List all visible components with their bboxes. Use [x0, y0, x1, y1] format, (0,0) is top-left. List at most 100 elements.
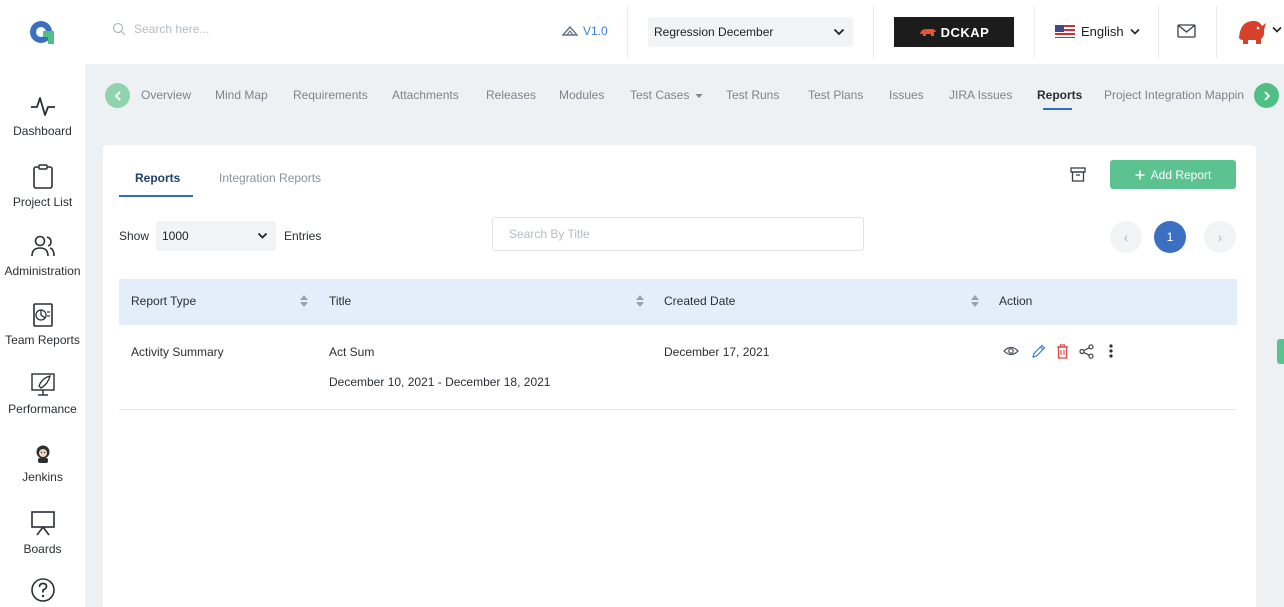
sidebar-item-performance[interactable]: Performance — [0, 372, 85, 416]
project-select[interactable]: Regression December — [648, 17, 853, 47]
tab-mind-map[interactable]: Mind Map — [215, 88, 268, 102]
scroll-tabs-right-button[interactable] — [1254, 83, 1279, 108]
sort-icon[interactable] — [970, 294, 980, 308]
tab-integration-reports[interactable]: Integration Reports — [219, 171, 321, 185]
column-header-action: Action — [999, 294, 1033, 308]
tab-reports-list[interactable]: Reports — [135, 171, 180, 185]
add-report-button[interactable]: Add Report — [1110, 160, 1236, 189]
tab-issues[interactable]: Issues — [889, 88, 924, 102]
show-label: Show — [119, 229, 150, 243]
global-search[interactable]: Search here... — [112, 22, 209, 36]
jenkins-icon — [36, 445, 49, 463]
project-select-value: Regression December — [654, 25, 774, 39]
delete-icon[interactable] — [1056, 344, 1069, 359]
table-header: Report Type Title Created Date Action — [119, 279, 1237, 325]
search-placeholder[interactable]: Search here... — [134, 22, 209, 36]
sort-icon[interactable] — [635, 294, 645, 308]
users-icon — [30, 235, 55, 257]
sidebar-item-jenkins[interactable]: Jenkins — [0, 444, 85, 484]
language-select[interactable]: English — [1055, 24, 1140, 39]
tab-test-plans[interactable]: Test Plans — [808, 88, 863, 102]
prev-page-button[interactable]: ‹ — [1110, 221, 1142, 253]
chevron-down-icon[interactable] — [1272, 26, 1282, 33]
tab-attachments[interactable]: Attachments — [392, 88, 459, 102]
company-brand-logo: DCKAP — [894, 17, 1014, 47]
sort-icon[interactable] — [299, 294, 309, 308]
divider — [627, 6, 628, 58]
top-bar: Search here... V1.0 Regression December … — [0, 0, 1284, 64]
sidebar-item-label: Jenkins — [22, 470, 63, 484]
search-by-title-placeholder: Search By Title — [509, 227, 590, 241]
edit-icon[interactable] — [1031, 344, 1046, 359]
app-logo[interactable] — [28, 18, 56, 46]
entries-label: Entries — [284, 229, 322, 243]
sidebar-item-team-reports[interactable]: Team Reports — [0, 303, 85, 347]
report-icon — [32, 303, 53, 327]
view-icon[interactable] — [1003, 344, 1019, 358]
tab-releases[interactable]: Releases — [486, 88, 536, 102]
search-by-title-input[interactable]: Search By Title — [492, 217, 864, 251]
column-header-title[interactable]: Title — [329, 294, 351, 308]
pulse-icon — [30, 97, 55, 116]
chevron-right-icon — [1263, 90, 1270, 101]
add-report-label: Add Report — [1150, 167, 1212, 182]
plus-icon — [1135, 170, 1145, 179]
chevron-left-icon — [114, 90, 121, 101]
active-tab-indicator — [1043, 108, 1072, 110]
cell-report-type: Activity Summary — [131, 345, 224, 359]
board-icon — [30, 511, 55, 536]
more-options-icon[interactable] — [1108, 344, 1114, 358]
column-header-report-type[interactable]: Report Type — [131, 294, 196, 308]
version-indicator[interactable]: V1.0 — [562, 24, 608, 38]
tab-test-cases[interactable]: Test Cases — [630, 88, 703, 102]
rocket-icon — [30, 373, 55, 396]
next-page-button[interactable]: › — [1204, 221, 1236, 253]
tab-overview[interactable]: Overview — [141, 88, 191, 102]
divider — [1158, 6, 1159, 58]
cell-date-range: December 10, 2021 - December 18, 2021 — [329, 375, 551, 389]
clipboard-icon — [32, 164, 53, 189]
version-icon — [562, 25, 578, 36]
sidebar-item-label: Administration — [4, 264, 81, 278]
chevron-down-icon — [257, 232, 268, 239]
tab-requirements[interactable]: Requirements — [293, 88, 368, 102]
chevron-down-icon — [1130, 28, 1140, 35]
sidebar-item-label: Team Reports — [5, 333, 80, 347]
divider — [1216, 6, 1217, 58]
brand-name: DCKAP — [940, 24, 990, 40]
tab-modules[interactable]: Modules — [559, 88, 604, 102]
sidebar-item-boards[interactable]: Boards — [0, 510, 85, 556]
help-icon — [30, 578, 55, 602]
tab-test-runs[interactable]: Test Runs — [726, 88, 779, 102]
column-header-created-date[interactable]: Created Date — [664, 294, 735, 308]
sidebar-item-administration[interactable]: Administration — [0, 234, 85, 278]
language-label: English — [1081, 24, 1124, 39]
sidebar-item-label: Performance — [8, 402, 77, 416]
sidebar-item-dashboard[interactable]: Dashboard — [0, 94, 85, 138]
sidebar-item-project-list[interactable]: Project List — [0, 164, 85, 209]
us-flag-icon — [1055, 25, 1075, 38]
module-tabs-bar: Overview Mind Map Requirements Attachmen… — [85, 64, 1284, 128]
archive-icon[interactable] — [1070, 167, 1086, 182]
scroll-tabs-left-button[interactable] — [105, 83, 130, 108]
mail-icon[interactable] — [1177, 23, 1196, 39]
share-icon[interactable] — [1079, 344, 1094, 359]
active-tab-indicator — [119, 195, 193, 197]
row-divider — [119, 409, 1237, 410]
divider — [1034, 6, 1035, 58]
side-drawer-tab[interactable] — [1277, 339, 1284, 364]
tab-reports[interactable]: Reports — [1037, 88, 1082, 102]
tab-label: Test Cases — [630, 88, 690, 102]
sidebar: Dashboard Project List Administration Te… — [0, 64, 85, 607]
reports-card: Reports Integration Reports Add Report S… — [103, 145, 1256, 607]
user-avatar[interactable] — [1237, 16, 1267, 46]
tab-project-integration-mapping[interactable]: Project Integration Mappin — [1104, 88, 1247, 102]
tab-jira-issues[interactable]: JIRA Issues — [949, 88, 1012, 102]
rhino-icon — [919, 29, 936, 36]
page-button-current[interactable]: 1 — [1154, 221, 1186, 253]
search-icon — [112, 22, 126, 36]
entries-select-value: 1000 — [162, 229, 189, 243]
sidebar-item-help[interactable] — [0, 577, 85, 603]
entries-per-page-select[interactable]: 1000 — [156, 221, 276, 251]
divider — [873, 6, 874, 58]
